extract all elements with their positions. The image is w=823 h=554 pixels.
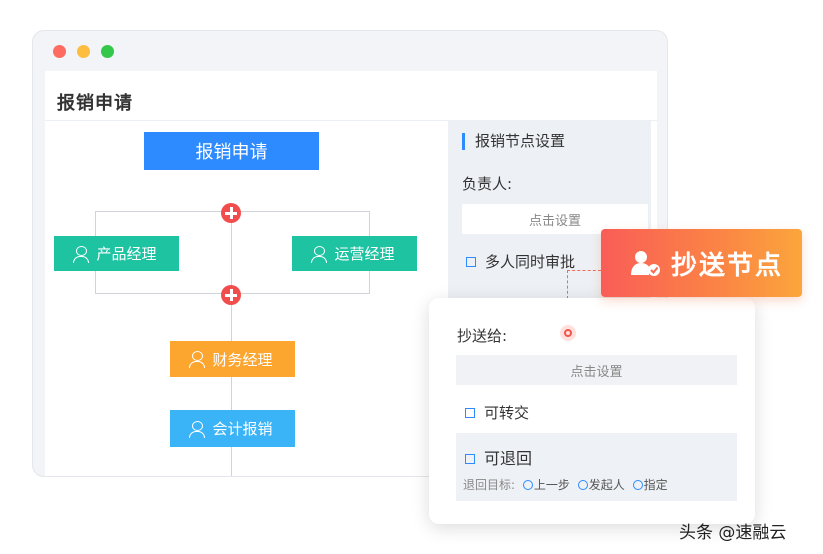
minimize-window-dot[interactable] [77,45,90,58]
cc-set-button[interactable]: 点击设置 [456,355,737,385]
radio-icon[interactable] [522,479,533,490]
watermark: 头条 @速融云 [679,523,787,543]
flow-node-label: 会计报销 [212,420,273,438]
transfer-option[interactable]: 可转交 [465,402,529,423]
multi-approve-label: 多人同时审批 [485,253,576,271]
flow-node-finance-manager[interactable]: 财务经理 [170,341,295,377]
cc-to-label: 抄送给: [457,327,508,345]
flow-node-accounting[interactable]: 会计报销 [170,410,295,447]
flow-node-label: 产品经理 [96,245,157,263]
checkbox-icon[interactable] [465,453,475,464]
add-node-icon[interactable] [221,285,241,305]
page-title: 报销申请 [57,93,133,114]
return-option-designated[interactable]: 指定 [644,478,668,492]
flow-node-operations-manager[interactable]: 运营经理 [292,236,417,271]
multi-approve-option[interactable]: 多人同时审批 [466,251,575,272]
return-section: 可退回 退回目标: 上一步 发起人 指定 [456,433,737,501]
return-option[interactable]: 可退回 [465,445,532,469]
owner-label: 负责人: [462,175,513,193]
cc-node-badge-label: 抄送节点 [671,250,784,281]
flow-node-start[interactable]: 报销申请 [144,132,319,170]
checkbox-icon[interactable] [465,407,475,418]
radio-icon[interactable] [632,479,643,490]
maximize-window-dot[interactable] [101,45,114,58]
return-option-initiator[interactable]: 发起人 [589,478,625,492]
checkbox-icon[interactable] [466,256,476,267]
radio-icon[interactable] [577,479,588,490]
return-label: 可退回 [484,449,533,468]
connector-line [567,270,601,271]
return-target-label: 退回目标: [463,478,516,492]
user-icon [189,420,206,438]
flow-node-start-label: 报销申请 [195,142,268,163]
flow-node-label: 运营经理 [334,245,395,263]
user-icon [311,245,328,263]
connector-point-icon [560,325,576,341]
user-check-icon [631,251,660,276]
return-target-row: 退回目标: 上一步 发起人 指定 [463,476,668,493]
settings-title: 报销节点设置 [462,133,565,150]
flow-node-product-manager[interactable]: 产品经理 [54,236,179,271]
cc-node-badge: 抄送节点 [601,229,802,297]
cc-node-popup: 抄送给: 点击设置 可转交 可退回 退回目标: 上一步 发起人 指定 [429,298,755,524]
user-icon [189,351,206,368]
close-window-dot[interactable] [53,45,66,58]
add-node-icon[interactable] [221,203,241,223]
transfer-label: 可转交 [484,404,530,422]
flow-node-label: 财务经理 [212,350,273,369]
user-icon [73,245,90,263]
return-option-prev-step[interactable]: 上一步 [534,478,570,492]
